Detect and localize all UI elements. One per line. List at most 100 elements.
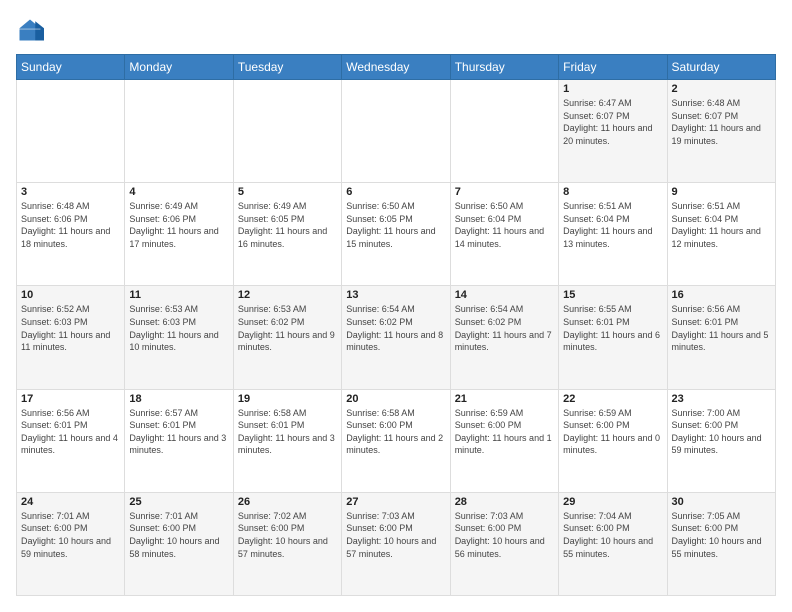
day-number: 10: [21, 289, 120, 301]
calendar-cell: [125, 80, 233, 183]
day-number: 19: [238, 393, 337, 405]
day-info: Sunrise: 6:54 AM Sunset: 6:02 PM Dayligh…: [455, 303, 554, 353]
day-info: Sunrise: 6:47 AM Sunset: 6:07 PM Dayligh…: [563, 97, 662, 147]
day-number: 26: [238, 496, 337, 508]
day-info: Sunrise: 7:03 AM Sunset: 6:00 PM Dayligh…: [346, 510, 445, 560]
weekday-header: Tuesday: [233, 55, 341, 80]
day-info: Sunrise: 7:00 AM Sunset: 6:00 PM Dayligh…: [672, 407, 771, 457]
calendar-cell: 25 Sunrise: 7:01 AM Sunset: 6:00 PM Dayli…: [125, 492, 233, 595]
day-info: Sunrise: 6:48 AM Sunset: 6:06 PM Dayligh…: [21, 200, 120, 250]
day-number: 9: [672, 186, 771, 198]
calendar-week-row: 24 Sunrise: 7:01 AM Sunset: 6:00 PM Dayli…: [17, 492, 776, 595]
day-info: Sunrise: 6:57 AM Sunset: 6:01 PM Dayligh…: [129, 407, 228, 457]
day-number: 15: [563, 289, 662, 301]
calendar-table: SundayMondayTuesdayWednesdayThursdayFrid…: [16, 54, 776, 596]
day-info: Sunrise: 6:59 AM Sunset: 6:00 PM Dayligh…: [563, 407, 662, 457]
page: SundayMondayTuesdayWednesdayThursdayFrid…: [0, 0, 792, 612]
day-info: Sunrise: 6:51 AM Sunset: 6:04 PM Dayligh…: [563, 200, 662, 250]
calendar-cell: 22 Sunrise: 6:59 AM Sunset: 6:00 PM Dayli…: [559, 389, 667, 492]
day-info: Sunrise: 6:50 AM Sunset: 6:04 PM Dayligh…: [455, 200, 554, 250]
calendar-cell: 17 Sunrise: 6:56 AM Sunset: 6:01 PM Dayli…: [17, 389, 125, 492]
day-number: 27: [346, 496, 445, 508]
day-info: Sunrise: 7:03 AM Sunset: 6:00 PM Dayligh…: [455, 510, 554, 560]
day-number: 20: [346, 393, 445, 405]
logo-icon: [16, 16, 44, 44]
day-number: 17: [21, 393, 120, 405]
weekday-header: Thursday: [450, 55, 558, 80]
calendar-cell: 16 Sunrise: 6:56 AM Sunset: 6:01 PM Dayli…: [667, 286, 775, 389]
day-number: 18: [129, 393, 228, 405]
day-info: Sunrise: 6:48 AM Sunset: 6:07 PM Dayligh…: [672, 97, 771, 147]
weekday-header: Monday: [125, 55, 233, 80]
calendar-cell: [450, 80, 558, 183]
day-number: 4: [129, 186, 228, 198]
calendar-cell: [17, 80, 125, 183]
day-number: 8: [563, 186, 662, 198]
day-number: 29: [563, 496, 662, 508]
calendar-cell: 9 Sunrise: 6:51 AM Sunset: 6:04 PM Daylig…: [667, 183, 775, 286]
day-info: Sunrise: 6:58 AM Sunset: 6:01 PM Dayligh…: [238, 407, 337, 457]
calendar-cell: [342, 80, 450, 183]
day-number: 14: [455, 289, 554, 301]
day-info: Sunrise: 6:56 AM Sunset: 6:01 PM Dayligh…: [21, 407, 120, 457]
calendar-cell: 28 Sunrise: 7:03 AM Sunset: 6:00 PM Dayli…: [450, 492, 558, 595]
calendar-cell: 24 Sunrise: 7:01 AM Sunset: 6:00 PM Dayli…: [17, 492, 125, 595]
day-number: 16: [672, 289, 771, 301]
weekday-header: Wednesday: [342, 55, 450, 80]
day-number: 24: [21, 496, 120, 508]
weekday-header: Friday: [559, 55, 667, 80]
day-number: 21: [455, 393, 554, 405]
calendar-week-row: 17 Sunrise: 6:56 AM Sunset: 6:01 PM Dayli…: [17, 389, 776, 492]
calendar-cell: 15 Sunrise: 6:55 AM Sunset: 6:01 PM Dayli…: [559, 286, 667, 389]
day-info: Sunrise: 6:58 AM Sunset: 6:00 PM Dayligh…: [346, 407, 445, 457]
calendar-cell: 11Sunrise: 6:53 AM Sunset: 6:03 PM Dayli…: [125, 286, 233, 389]
day-info: Sunrise: 6:50 AM Sunset: 6:05 PM Dayligh…: [346, 200, 445, 250]
calendar-week-row: 3Sunrise: 6:48 AM Sunset: 6:06 PM Daylig…: [17, 183, 776, 286]
calendar-week-row: 10 Sunrise: 6:52 AM Sunset: 6:03 PM Dayli…: [17, 286, 776, 389]
calendar-cell: 26 Sunrise: 7:02 AM Sunset: 6:00 PM Dayli…: [233, 492, 341, 595]
day-info: Sunrise: 7:01 AM Sunset: 6:00 PM Dayligh…: [129, 510, 228, 560]
day-info: Sunrise: 6:54 AM Sunset: 6:02 PM Dayligh…: [346, 303, 445, 353]
day-info: Sunrise: 7:01 AM Sunset: 6:00 PM Dayligh…: [21, 510, 120, 560]
calendar-cell: 6 Sunrise: 6:50 AM Sunset: 6:05 PM Daylig…: [342, 183, 450, 286]
calendar-cell: 14 Sunrise: 6:54 AM Sunset: 6:02 PM Dayli…: [450, 286, 558, 389]
day-info: Sunrise: 7:02 AM Sunset: 6:00 PM Dayligh…: [238, 510, 337, 560]
day-info: Sunrise: 7:04 AM Sunset: 6:00 PM Dayligh…: [563, 510, 662, 560]
day-info: Sunrise: 6:49 AM Sunset: 6:06 PM Dayligh…: [129, 200, 228, 250]
calendar-cell: 12Sunrise: 6:53 AM Sunset: 6:02 PM Dayli…: [233, 286, 341, 389]
day-number: 7: [455, 186, 554, 198]
header: [16, 16, 776, 44]
day-info: Sunrise: 6:55 AM Sunset: 6:01 PM Dayligh…: [563, 303, 662, 353]
calendar-cell: 21Sunrise: 6:59 AM Sunset: 6:00 PM Dayli…: [450, 389, 558, 492]
calendar-cell: [233, 80, 341, 183]
day-number: 6: [346, 186, 445, 198]
day-number: 23: [672, 393, 771, 405]
calendar-cell: 23 Sunrise: 7:00 AM Sunset: 6:00 PM Dayli…: [667, 389, 775, 492]
day-number: 5: [238, 186, 337, 198]
calendar-week-row: 1Sunrise: 6:47 AM Sunset: 6:07 PM Daylig…: [17, 80, 776, 183]
calendar-cell: 30Sunrise: 7:05 AM Sunset: 6:00 PM Dayli…: [667, 492, 775, 595]
day-number: 30: [672, 496, 771, 508]
calendar-cell: 20 Sunrise: 6:58 AM Sunset: 6:00 PM Dayli…: [342, 389, 450, 492]
calendar-cell: 3Sunrise: 6:48 AM Sunset: 6:06 PM Daylig…: [17, 183, 125, 286]
calendar-cell: 1Sunrise: 6:47 AM Sunset: 6:07 PM Daylig…: [559, 80, 667, 183]
calendar-cell: 18 Sunrise: 6:57 AM Sunset: 6:01 PM Dayli…: [125, 389, 233, 492]
calendar-cell: 13 Sunrise: 6:54 AM Sunset: 6:02 PM Dayli…: [342, 286, 450, 389]
day-info: Sunrise: 6:56 AM Sunset: 6:01 PM Dayligh…: [672, 303, 771, 353]
day-number: 25: [129, 496, 228, 508]
calendar-cell: 8 Sunrise: 6:51 AM Sunset: 6:04 PM Daylig…: [559, 183, 667, 286]
weekday-header: Saturday: [667, 55, 775, 80]
calendar-cell: 2Sunrise: 6:48 AM Sunset: 6:07 PM Daylig…: [667, 80, 775, 183]
day-number: 13: [346, 289, 445, 301]
day-info: Sunrise: 6:53 AM Sunset: 6:02 PM Dayligh…: [238, 303, 337, 353]
calendar-cell: 10 Sunrise: 6:52 AM Sunset: 6:03 PM Dayli…: [17, 286, 125, 389]
calendar-cell: 4 Sunrise: 6:49 AM Sunset: 6:06 PM Daylig…: [125, 183, 233, 286]
logo: [16, 16, 48, 44]
calendar-cell: 19 Sunrise: 6:58 AM Sunset: 6:01 PM Dayli…: [233, 389, 341, 492]
day-number: 22: [563, 393, 662, 405]
day-info: Sunrise: 6:49 AM Sunset: 6:05 PM Dayligh…: [238, 200, 337, 250]
calendar-cell: 7 Sunrise: 6:50 AM Sunset: 6:04 PM Daylig…: [450, 183, 558, 286]
day-number: 28: [455, 496, 554, 508]
day-info: Sunrise: 6:52 AM Sunset: 6:03 PM Dayligh…: [21, 303, 120, 353]
day-info: Sunrise: 6:51 AM Sunset: 6:04 PM Dayligh…: [672, 200, 771, 250]
